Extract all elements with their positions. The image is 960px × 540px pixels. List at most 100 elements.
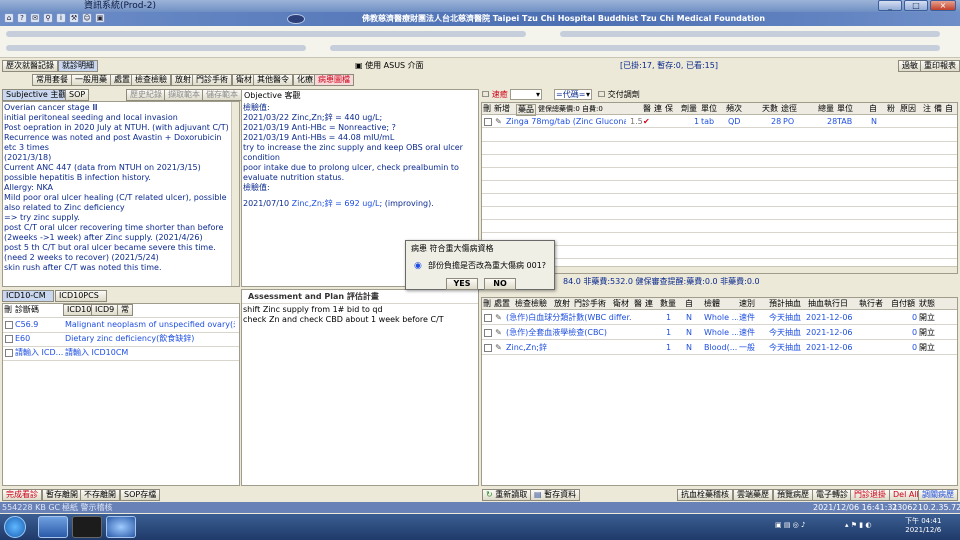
tab-sop[interactable]: SOP bbox=[65, 89, 90, 101]
app-icon[interactable] bbox=[38, 516, 68, 538]
order-status: 開立 bbox=[919, 328, 935, 337]
col-procedure[interactable]: 處置 bbox=[494, 299, 510, 309]
help-icon[interactable]: ? bbox=[17, 13, 27, 23]
pin-icon[interactable]: ⚲ bbox=[43, 13, 53, 23]
col-total: 總量 bbox=[818, 104, 834, 113]
col-reason: 原因 bbox=[900, 104, 916, 113]
med-total-unit: TAB bbox=[837, 117, 853, 126]
maximize-button[interactable]: □ bbox=[904, 0, 928, 11]
order-date: 2021-12-06 bbox=[806, 328, 853, 337]
urgent-dropdown[interactable]: ▾ bbox=[510, 89, 542, 100]
med-row-checkbox[interactable] bbox=[484, 118, 492, 126]
print-toggle[interactable]: ☐ 交付調劑 bbox=[598, 90, 640, 100]
system-tray-icons[interactable]: ▣ ▤ ◎ ♪ bbox=[775, 521, 805, 530]
antithrombotic-audit-button[interactable]: 抗血栓藥稽核 bbox=[677, 489, 733, 501]
clock[interactable]: 下午 04:41 2021/12/6 bbox=[905, 517, 941, 535]
close-button[interactable]: × bbox=[930, 0, 956, 11]
tool-icon[interactable]: ⚒ bbox=[69, 13, 79, 23]
clock-time: 下午 04:41 bbox=[905, 517, 942, 525]
icd9-button[interactable]: ICD9 bbox=[91, 304, 119, 316]
category-common-set[interactable]: 常用套餐 bbox=[32, 74, 72, 86]
reload-button[interactable]: ↻ 重新讀取 bbox=[482, 489, 532, 501]
order-row-checkbox[interactable] bbox=[484, 314, 492, 322]
subjective-text[interactable]: Overian cancer stage Ⅲ initial peritonea… bbox=[4, 103, 232, 273]
icd-row-code[interactable]: C56.9 bbox=[15, 319, 38, 331]
icd-row-checkbox[interactable] bbox=[5, 335, 13, 343]
exit-without-save-button[interactable]: 不存離開 bbox=[80, 489, 120, 501]
user-icon[interactable]: ☺ bbox=[82, 13, 92, 23]
order-row-checkbox[interactable] bbox=[484, 344, 492, 352]
order-row[interactable]: ✎ Zinc,Zn;鋅 1 N Blood(... 一般 今天抽血 2021-1… bbox=[482, 341, 957, 355]
no-button[interactable]: NO bbox=[484, 278, 516, 290]
edit-pencil-icon[interactable]: ✎ bbox=[494, 328, 503, 337]
dialog-message: 部份負擔是否改為重大傷病 001? bbox=[428, 261, 547, 270]
save-template-button[interactable]: 儲存範本 bbox=[202, 89, 242, 101]
code-search-dropdown[interactable]: =代碼= ▾ bbox=[554, 89, 592, 100]
med-frequency: QD bbox=[728, 117, 741, 126]
cloud-med-history-button[interactable]: 雲端藥歷 bbox=[733, 489, 773, 501]
col-self-pay: 自 bbox=[869, 104, 877, 113]
tab-visit-summary[interactable]: 就診明細 bbox=[58, 60, 98, 72]
asus-toggle[interactable]: ▣ 使用 ASUS 介面 bbox=[355, 61, 424, 71]
notification-icons[interactable]: ▴ ⚑ ▮ ◐ bbox=[845, 521, 871, 530]
edit-pencil-icon[interactable]: ✎ bbox=[494, 343, 503, 352]
reprint-button[interactable]: 重印報表 bbox=[920, 60, 960, 72]
edit-pencil-icon[interactable]: ✎ bbox=[494, 117, 503, 126]
temp-save-exit-button[interactable]: 暫存離開 bbox=[42, 489, 82, 501]
yes-button[interactable]: YES bbox=[446, 278, 478, 290]
allergy-button[interactable]: 過敏 bbox=[898, 60, 922, 72]
e-referral-button[interactable]: 電子轉診 bbox=[812, 489, 852, 501]
subjective-scrollbar[interactable] bbox=[231, 102, 239, 286]
col-drug[interactable]: 藥品 bbox=[516, 104, 536, 116]
tab-visit-history[interactable]: 歷次就醫記錄 bbox=[2, 60, 58, 72]
col-supplies[interactable]: 衛材 bbox=[613, 299, 629, 309]
mail-icon[interactable]: ✉ bbox=[30, 13, 40, 23]
tab-icd10-cm[interactable]: ICD10-CM bbox=[2, 290, 54, 302]
category-surgery[interactable]: 門診手術 bbox=[192, 74, 232, 86]
col-lab[interactable]: 檢查檢驗 bbox=[515, 299, 547, 309]
tab-subjective[interactable]: Subjective 主觀 bbox=[2, 89, 71, 101]
fetch-template-button[interactable]: 擷取範本 bbox=[164, 89, 204, 101]
objective-text[interactable]: 檢驗值: 2021/03/22 Zinc,Zn;鋅 = 440 ug/L; 20… bbox=[243, 103, 475, 193]
home-icon[interactable]: ⌂ bbox=[4, 13, 14, 23]
cancel-registration-button[interactable]: 門診退掛 bbox=[850, 489, 890, 501]
icd-row-code[interactable]: E60 bbox=[15, 333, 30, 345]
patient-info-area bbox=[0, 26, 960, 58]
terminal-icon[interactable] bbox=[72, 516, 102, 538]
edit-pencil-icon[interactable]: ✎ bbox=[494, 313, 503, 322]
lock-icon[interactable]: ▣ bbox=[95, 13, 105, 23]
browser-icon[interactable] bbox=[106, 516, 136, 538]
col-plan: 預計抽血 bbox=[769, 299, 801, 308]
urgent-filter[interactable]: ☐ 速癒 bbox=[482, 90, 508, 100]
minimize-button[interactable]: _ bbox=[878, 0, 902, 11]
icd-row-checkbox[interactable] bbox=[5, 349, 13, 357]
preview-record-button[interactable]: 預覽病歷 bbox=[773, 489, 813, 501]
col-radiology[interactable]: 放射 bbox=[554, 299, 570, 309]
order-row-checkbox[interactable] bbox=[484, 329, 492, 337]
icd-header-delete: 刪 bbox=[4, 305, 12, 314]
assessment-text[interactable]: shift Zinc supply from 1# bid to qd chec… bbox=[243, 305, 475, 325]
icd-row-checkbox[interactable] bbox=[5, 321, 13, 329]
view-records-button[interactable]: 調關病歷 bbox=[918, 489, 958, 501]
history-template-button[interactable]: 歷史紀錄 bbox=[126, 89, 166, 101]
category-general-meds[interactable]: 一般用藥 bbox=[71, 74, 111, 86]
info-icon[interactable]: i bbox=[56, 13, 66, 23]
tab-icd10-pcs[interactable]: ICD10PCS bbox=[55, 290, 107, 302]
col-surgery[interactable]: 門診手術 bbox=[574, 299, 606, 309]
order-row[interactable]: ✎ (急作)全套血液學檢查(CBC) 1 N Whole ... 速件 今天抽血… bbox=[482, 326, 957, 340]
sop-save-button[interactable]: SOP存檔 bbox=[120, 489, 161, 501]
category-other-orders[interactable]: 其他醫令 bbox=[253, 74, 293, 86]
finish-visit-button[interactable]: 完成看診 bbox=[2, 489, 42, 501]
icd-input-code[interactable]: 請輸入 ICD... bbox=[15, 347, 63, 359]
order-row[interactable]: ✎ (急作)白血球分類計數(WBC differ... 1 N Whole ..… bbox=[482, 311, 957, 325]
chevron-down-icon: ▾ bbox=[535, 90, 540, 99]
medication-row[interactable]: ✎ Zinga 78mg/tab (Zinc Gluconate) 1.5 ✔ … bbox=[482, 116, 957, 128]
common-icd-button[interactable]: 常 bbox=[117, 304, 133, 316]
taskbar bbox=[0, 514, 960, 540]
category-lab[interactable]: 檢查檢驗 bbox=[131, 74, 171, 86]
status-datetime: 2021/12/06 16:41:31 bbox=[813, 503, 898, 512]
icd-input-desc[interactable]: 請輸入 ICD10CM bbox=[65, 347, 235, 359]
category-patient-images[interactable]: 病患圖檔 bbox=[314, 74, 354, 86]
start-button[interactable] bbox=[4, 516, 26, 538]
temp-save-data-button[interactable]: ▤ 暫存資料 bbox=[530, 489, 581, 501]
